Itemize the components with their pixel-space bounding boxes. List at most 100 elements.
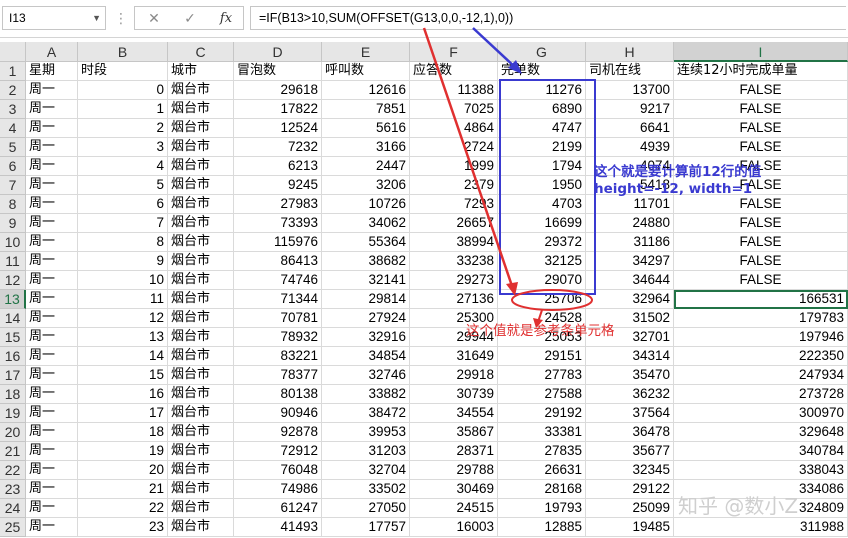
table-cell[interactable]: 73393 <box>234 214 322 233</box>
table-cell[interactable]: 烟台市 <box>168 119 234 138</box>
column-header-i[interactable]: I <box>674 42 848 62</box>
table-cell[interactable]: 70781 <box>234 309 322 328</box>
row-header-20[interactable]: 20 <box>0 423 26 442</box>
table-cell[interactable]: 周一 <box>26 423 78 442</box>
table-cell[interactable]: 222350 <box>674 347 848 366</box>
table-cell[interactable]: 周一 <box>26 271 78 290</box>
table-cell[interactable]: 周一 <box>26 347 78 366</box>
table-cell[interactable]: 周一 <box>26 518 78 537</box>
table-cell[interactable]: 7851 <box>322 100 410 119</box>
table-cell[interactable]: 34062 <box>322 214 410 233</box>
table-cell[interactable]: 12616 <box>322 81 410 100</box>
table-cell[interactable]: 周一 <box>26 138 78 157</box>
table-cell[interactable]: 55364 <box>322 233 410 252</box>
table-cell[interactable]: 周一 <box>26 290 78 309</box>
table-cell[interactable]: 6641 <box>586 119 674 138</box>
row-header-21[interactable]: 21 <box>0 442 26 461</box>
table-cell[interactable]: 11276 <box>498 81 586 100</box>
table-cell[interactable]: 烟台市 <box>168 518 234 537</box>
table-cell[interactable]: 35867 <box>410 423 498 442</box>
table-cell[interactable]: 30469 <box>410 480 498 499</box>
table-cell[interactable]: 29788 <box>410 461 498 480</box>
table-cell[interactable]: 28168 <box>498 480 586 499</box>
column-header-a[interactable]: A <box>26 42 78 62</box>
table-cell[interactable]: 2447 <box>322 157 410 176</box>
header-cell[interactable]: 时段 <box>78 62 168 81</box>
table-cell[interactable]: 74986 <box>234 480 322 499</box>
table-cell[interactable]: 周一 <box>26 442 78 461</box>
row-header-13[interactable]: 13 <box>0 290 26 309</box>
row-header-7[interactable]: 7 <box>0 176 26 195</box>
table-cell[interactable]: 0 <box>78 81 168 100</box>
table-cell[interactable]: 36478 <box>586 423 674 442</box>
table-cell[interactable]: 周一 <box>26 461 78 480</box>
select-all-corner[interactable] <box>0 42 26 62</box>
row-header-4[interactable]: 4 <box>0 119 26 138</box>
row-header-14[interactable]: 14 <box>0 309 26 328</box>
row-header-9[interactable]: 9 <box>0 214 26 233</box>
table-cell[interactable]: 16003 <box>410 518 498 537</box>
table-cell[interactable]: 27783 <box>498 366 586 385</box>
table-cell[interactable]: 78932 <box>234 328 322 347</box>
row-header-17[interactable]: 17 <box>0 366 26 385</box>
table-cell[interactable]: 31649 <box>410 347 498 366</box>
table-cell[interactable]: 9245 <box>234 176 322 195</box>
table-cell[interactable]: 烟台市 <box>168 499 234 518</box>
table-cell[interactable]: 33381 <box>498 423 586 442</box>
table-cell[interactable]: 周一 <box>26 252 78 271</box>
table-cell[interactable]: 166531 <box>674 290 848 309</box>
table-cell[interactable]: 7232 <box>234 138 322 157</box>
table-cell[interactable]: 21 <box>78 480 168 499</box>
table-cell[interactable]: 4747 <box>498 119 586 138</box>
table-cell[interactable]: 29918 <box>410 366 498 385</box>
table-cell[interactable]: 35470 <box>586 366 674 385</box>
row-header-6[interactable]: 6 <box>0 157 26 176</box>
table-cell[interactable]: 29151 <box>498 347 586 366</box>
column-header-e[interactable]: E <box>322 42 410 62</box>
table-cell[interactable]: 18 <box>78 423 168 442</box>
table-cell[interactable]: 16 <box>78 385 168 404</box>
table-cell[interactable]: FALSE <box>674 233 848 252</box>
table-cell[interactable]: 17757 <box>322 518 410 537</box>
table-cell[interactable]: 247934 <box>674 366 848 385</box>
table-cell[interactable]: 12 <box>78 309 168 328</box>
table-cell[interactable]: FALSE <box>674 119 848 138</box>
table-cell[interactable]: 72912 <box>234 442 322 461</box>
table-cell[interactable]: 22 <box>78 499 168 518</box>
table-cell[interactable]: 29372 <box>498 233 586 252</box>
row-header-18[interactable]: 18 <box>0 385 26 404</box>
table-cell[interactable]: 烟台市 <box>168 404 234 423</box>
row-header-3[interactable]: 3 <box>0 100 26 119</box>
row-header-8[interactable]: 8 <box>0 195 26 214</box>
table-cell[interactable]: 烟台市 <box>168 214 234 233</box>
table-cell[interactable]: 4939 <box>586 138 674 157</box>
table-cell[interactable]: 9217 <box>586 100 674 119</box>
table-cell[interactable]: 20 <box>78 461 168 480</box>
column-header-d[interactable]: D <box>234 42 322 62</box>
table-cell[interactable]: 27983 <box>234 195 322 214</box>
table-cell[interactable]: 39953 <box>322 423 410 442</box>
table-cell[interactable]: 29814 <box>322 290 410 309</box>
table-cell[interactable]: 1 <box>78 100 168 119</box>
table-cell[interactable]: 340784 <box>674 442 848 461</box>
table-cell[interactable]: 76048 <box>234 461 322 480</box>
column-header-f[interactable]: F <box>410 42 498 62</box>
table-cell[interactable]: 周一 <box>26 214 78 233</box>
table-cell[interactable]: 34297 <box>586 252 674 271</box>
column-header-g[interactable]: G <box>498 42 586 62</box>
table-cell[interactable]: 烟台市 <box>168 385 234 404</box>
table-cell[interactable]: 烟台市 <box>168 366 234 385</box>
table-cell[interactable]: 80138 <box>234 385 322 404</box>
table-cell[interactable]: 烟台市 <box>168 157 234 176</box>
table-cell[interactable]: 35677 <box>586 442 674 461</box>
table-cell[interactable]: 12524 <box>234 119 322 138</box>
table-cell[interactable]: 1950 <box>498 176 586 195</box>
table-cell[interactable]: 33882 <box>322 385 410 404</box>
table-cell[interactable]: 烟台市 <box>168 195 234 214</box>
header-cell[interactable]: 司机在线 <box>586 62 674 81</box>
table-cell[interactable]: 13 <box>78 328 168 347</box>
table-cell[interactable]: 28371 <box>410 442 498 461</box>
table-cell[interactable]: 38472 <box>322 404 410 423</box>
table-cell[interactable]: 34554 <box>410 404 498 423</box>
row-header-25[interactable]: 25 <box>0 518 26 537</box>
